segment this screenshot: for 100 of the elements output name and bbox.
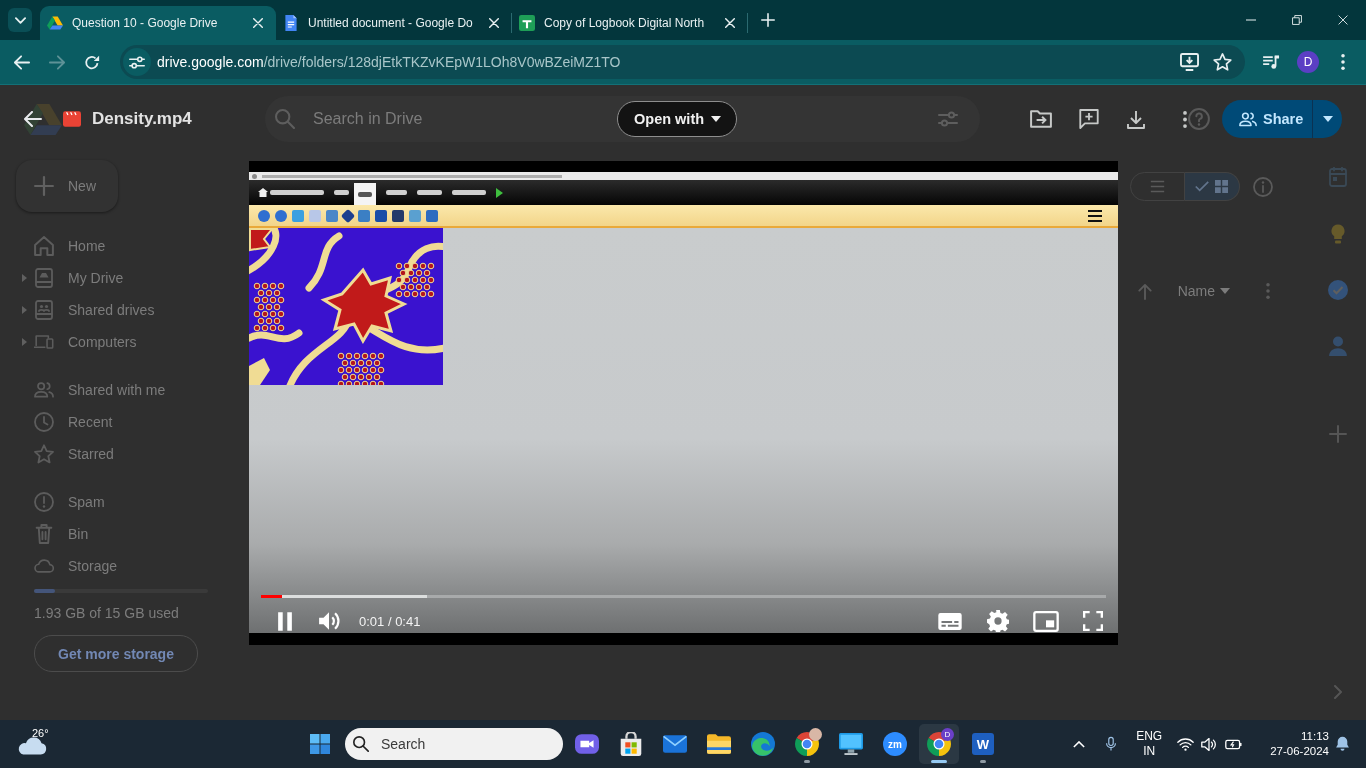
fullscreen-icon[interactable] <box>1083 611 1103 631</box>
taskbar-app-button[interactable]: W <box>963 724 1003 764</box>
blurred-label <box>386 190 407 195</box>
plus-icon <box>34 176 54 196</box>
temperature-text: 26° <box>32 727 49 739</box>
tool-icon <box>292 209 304 222</box>
sidebar-item[interactable]: Computers <box>0 326 234 358</box>
tool-icon <box>340 208 356 223</box>
miniplayer-icon[interactable] <box>1033 610 1059 632</box>
language-text[interactable]: ENG <box>1136 729 1163 744</box>
drive-logo-icon <box>24 103 62 135</box>
blurred-label <box>358 191 372 197</box>
site-info-button[interactable] <box>123 48 151 76</box>
more-icon[interactable] <box>1183 110 1187 128</box>
tool-icon <box>409 209 421 222</box>
alert-icon <box>34 492 54 512</box>
sidebar-item[interactable]: Shared drives <box>0 294 234 326</box>
view-toggle-button[interactable] <box>1185 172 1240 201</box>
profile-button[interactable]: D <box>1297 51 1319 73</box>
menu-icon[interactable] <box>1341 54 1345 70</box>
tool-icon <box>392 209 404 222</box>
document-icon <box>283 15 299 31</box>
browser-tab[interactable]: Untitled document - Google Do <box>276 6 512 40</box>
time-text: 0:01 / 0:41 <box>359 613 421 629</box>
sidebar-item[interactable]: Spam <box>0 486 234 518</box>
microphone-icon[interactable] <box>1106 736 1117 752</box>
date-text[interactable]: 27-06-2024 <box>1270 744 1329 759</box>
region-text[interactable]: IN <box>1143 744 1156 759</box>
install-icon[interactable] <box>1180 53 1199 71</box>
get-storage-button[interactable]: Get more storage <box>34 635 198 672</box>
clock-icon <box>34 412 54 432</box>
browser-tab[interactable]: Question 10 - Google Drive <box>40 6 276 40</box>
blurred-label <box>417 190 442 195</box>
app-logo: zm <box>883 732 907 756</box>
chevron-up-icon[interactable] <box>1073 740 1086 748</box>
time-text[interactable]: 11:13 <box>1301 729 1329 744</box>
sidebar-item[interactable]: Home <box>0 230 234 262</box>
media-queue-icon[interactable] <box>1262 55 1280 69</box>
share-button[interactable]: Share <box>1222 100 1312 138</box>
app-icon <box>252 173 257 179</box>
volume-icon[interactable] <box>318 611 340 631</box>
address-bar[interactable]: drive.google.com/drive/folders/128djEtkTKZvKEpW1LOh8V0wBZeiMZ1TO <box>120 45 1245 79</box>
people-icon <box>34 380 54 400</box>
windows-logo-icon[interactable] <box>310 734 330 754</box>
check-circle-icon[interactable] <box>1328 280 1348 300</box>
restore-icon[interactable] <box>1292 15 1302 25</box>
back-arrow-icon[interactable] <box>24 111 42 127</box>
star-icon[interactable] <box>1213 53 1232 71</box>
check-icon <box>1195 181 1209 192</box>
new-button[interactable]: New <box>16 160 118 212</box>
app-logo: W <box>972 733 994 755</box>
browser-tab[interactable]: Copy of Logbook Digital North <box>512 6 748 40</box>
subtitles-icon[interactable] <box>938 612 962 630</box>
tool-icon <box>326 209 338 222</box>
tool-icon <box>358 209 370 222</box>
taskbar-app-button[interactable]: zm <box>875 724 915 764</box>
sidebar-item[interactable]: Shared with me <box>0 374 234 406</box>
sidebar-item[interactable]: Starred <box>0 438 234 470</box>
add-comment-icon[interactable] <box>1078 109 1100 129</box>
share-menu-button[interactable] <box>1312 100 1342 138</box>
battery-icon[interactable] <box>1225 738 1243 750</box>
sort-button[interactable]: Name <box>1177 283 1230 299</box>
download-icon[interactable] <box>1125 109 1147 129</box>
settings-icon[interactable] <box>987 610 1009 632</box>
camera-icon <box>575 732 599 756</box>
taskbar-app-button[interactable]: D <box>919 724 959 764</box>
monitor-icon <box>839 732 863 756</box>
tool-icon <box>309 209 321 222</box>
drive-icon <box>34 268 54 288</box>
running-indicator <box>804 760 810 763</box>
bell-icon[interactable] <box>1335 736 1350 752</box>
back-arrow-icon[interactable] <box>14 54 30 70</box>
sidebar-item[interactable]: Bin <box>0 518 234 550</box>
reload-icon[interactable] <box>84 54 100 70</box>
sidebar-item[interactable]: Storage <box>0 550 234 582</box>
search-icon <box>353 736 369 752</box>
pause-icon[interactable] <box>277 611 293 631</box>
progress-track[interactable] <box>261 595 1106 598</box>
speaker-icon[interactable] <box>1201 737 1218 751</box>
folder-icon <box>707 732 731 756</box>
tune-icon <box>129 55 145 69</box>
search-field[interactable]: Search <box>345 728 563 760</box>
sidebar-item[interactable]: Recent <box>0 406 234 438</box>
cloud-icon[interactable] <box>17 737 47 755</box>
shared-drive-icon <box>34 300 54 320</box>
search-icon <box>275 109 295 129</box>
browser-logo-icon <box>927 732 951 756</box>
tab-search-button[interactable] <box>8 8 32 32</box>
sidebar-item[interactable]: My Drive <box>0 262 234 294</box>
grid-icon <box>1214 180 1229 193</box>
drive-logo-icon <box>47 15 63 31</box>
running-indicator <box>980 760 986 763</box>
close-icon[interactable] <box>253 18 263 28</box>
close-icon[interactable] <box>1338 15 1348 25</box>
open-with-button[interactable]: Open with <box>617 101 737 137</box>
wifi-icon[interactable] <box>1177 737 1195 751</box>
close-icon[interactable] <box>725 18 735 28</box>
close-icon[interactable] <box>489 18 499 28</box>
people-icon <box>1239 111 1257 127</box>
folder-arrow-icon[interactable] <box>1030 110 1052 128</box>
